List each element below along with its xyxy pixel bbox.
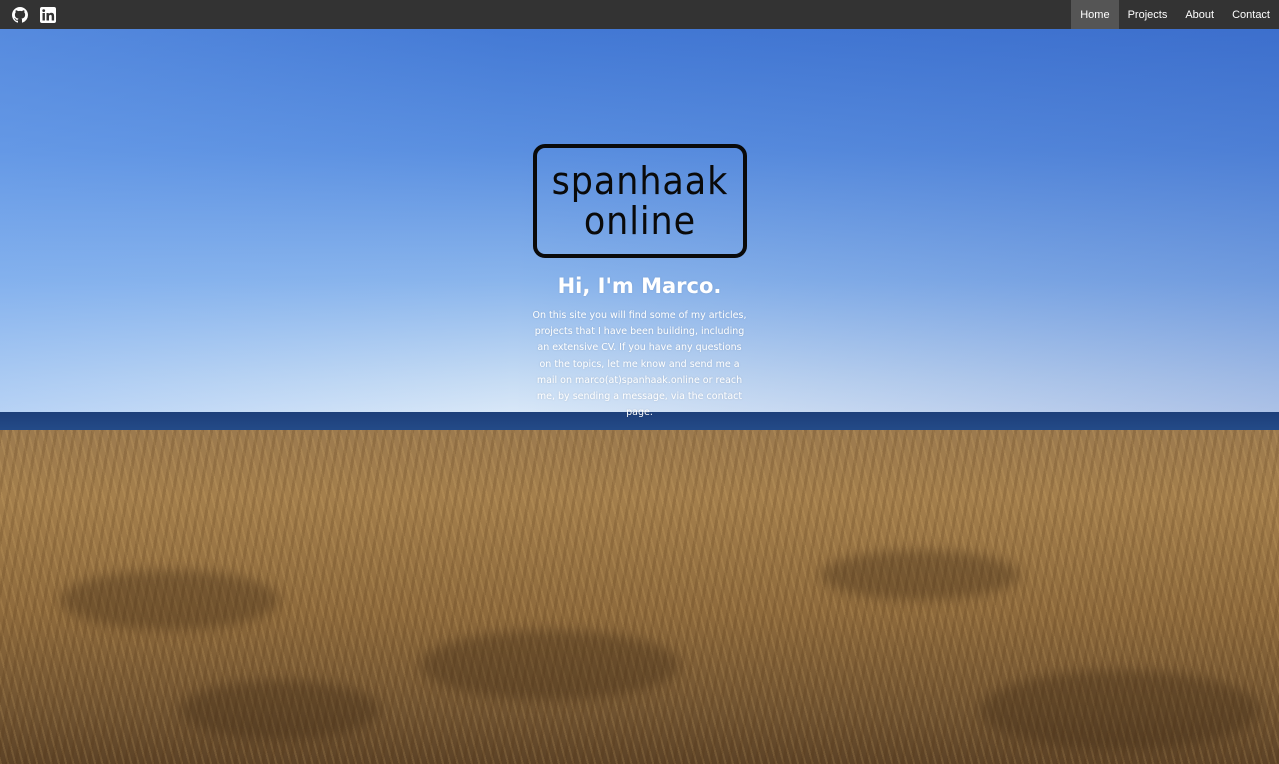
linkedin-link[interactable] xyxy=(40,6,56,23)
nav-contact[interactable]: Contact xyxy=(1223,0,1279,29)
main-nav: Home Projects About Contact xyxy=(1071,0,1279,29)
grass-field xyxy=(0,430,1279,764)
hero-section: spanhaak online Hi, I'm Marco. On this s… xyxy=(0,140,1279,421)
intro-text: On this site you will find some of my ar… xyxy=(532,310,747,419)
linkedin-icon xyxy=(40,6,56,23)
logo-line-2: online xyxy=(583,199,696,243)
social-links xyxy=(0,0,56,29)
github-link[interactable] xyxy=(12,6,28,23)
nav-home[interactable]: Home xyxy=(1071,0,1119,29)
nav-about[interactable]: About xyxy=(1176,0,1223,29)
site-logo: spanhaak online xyxy=(532,144,747,258)
greeting-heading: Hi, I'm Marco. xyxy=(557,274,722,298)
nav-projects[interactable]: Projects xyxy=(1119,0,1177,29)
top-navbar: Home Projects About Contact xyxy=(0,0,1279,29)
logo-line-1: spanhaak xyxy=(551,159,728,203)
github-icon xyxy=(12,6,28,23)
